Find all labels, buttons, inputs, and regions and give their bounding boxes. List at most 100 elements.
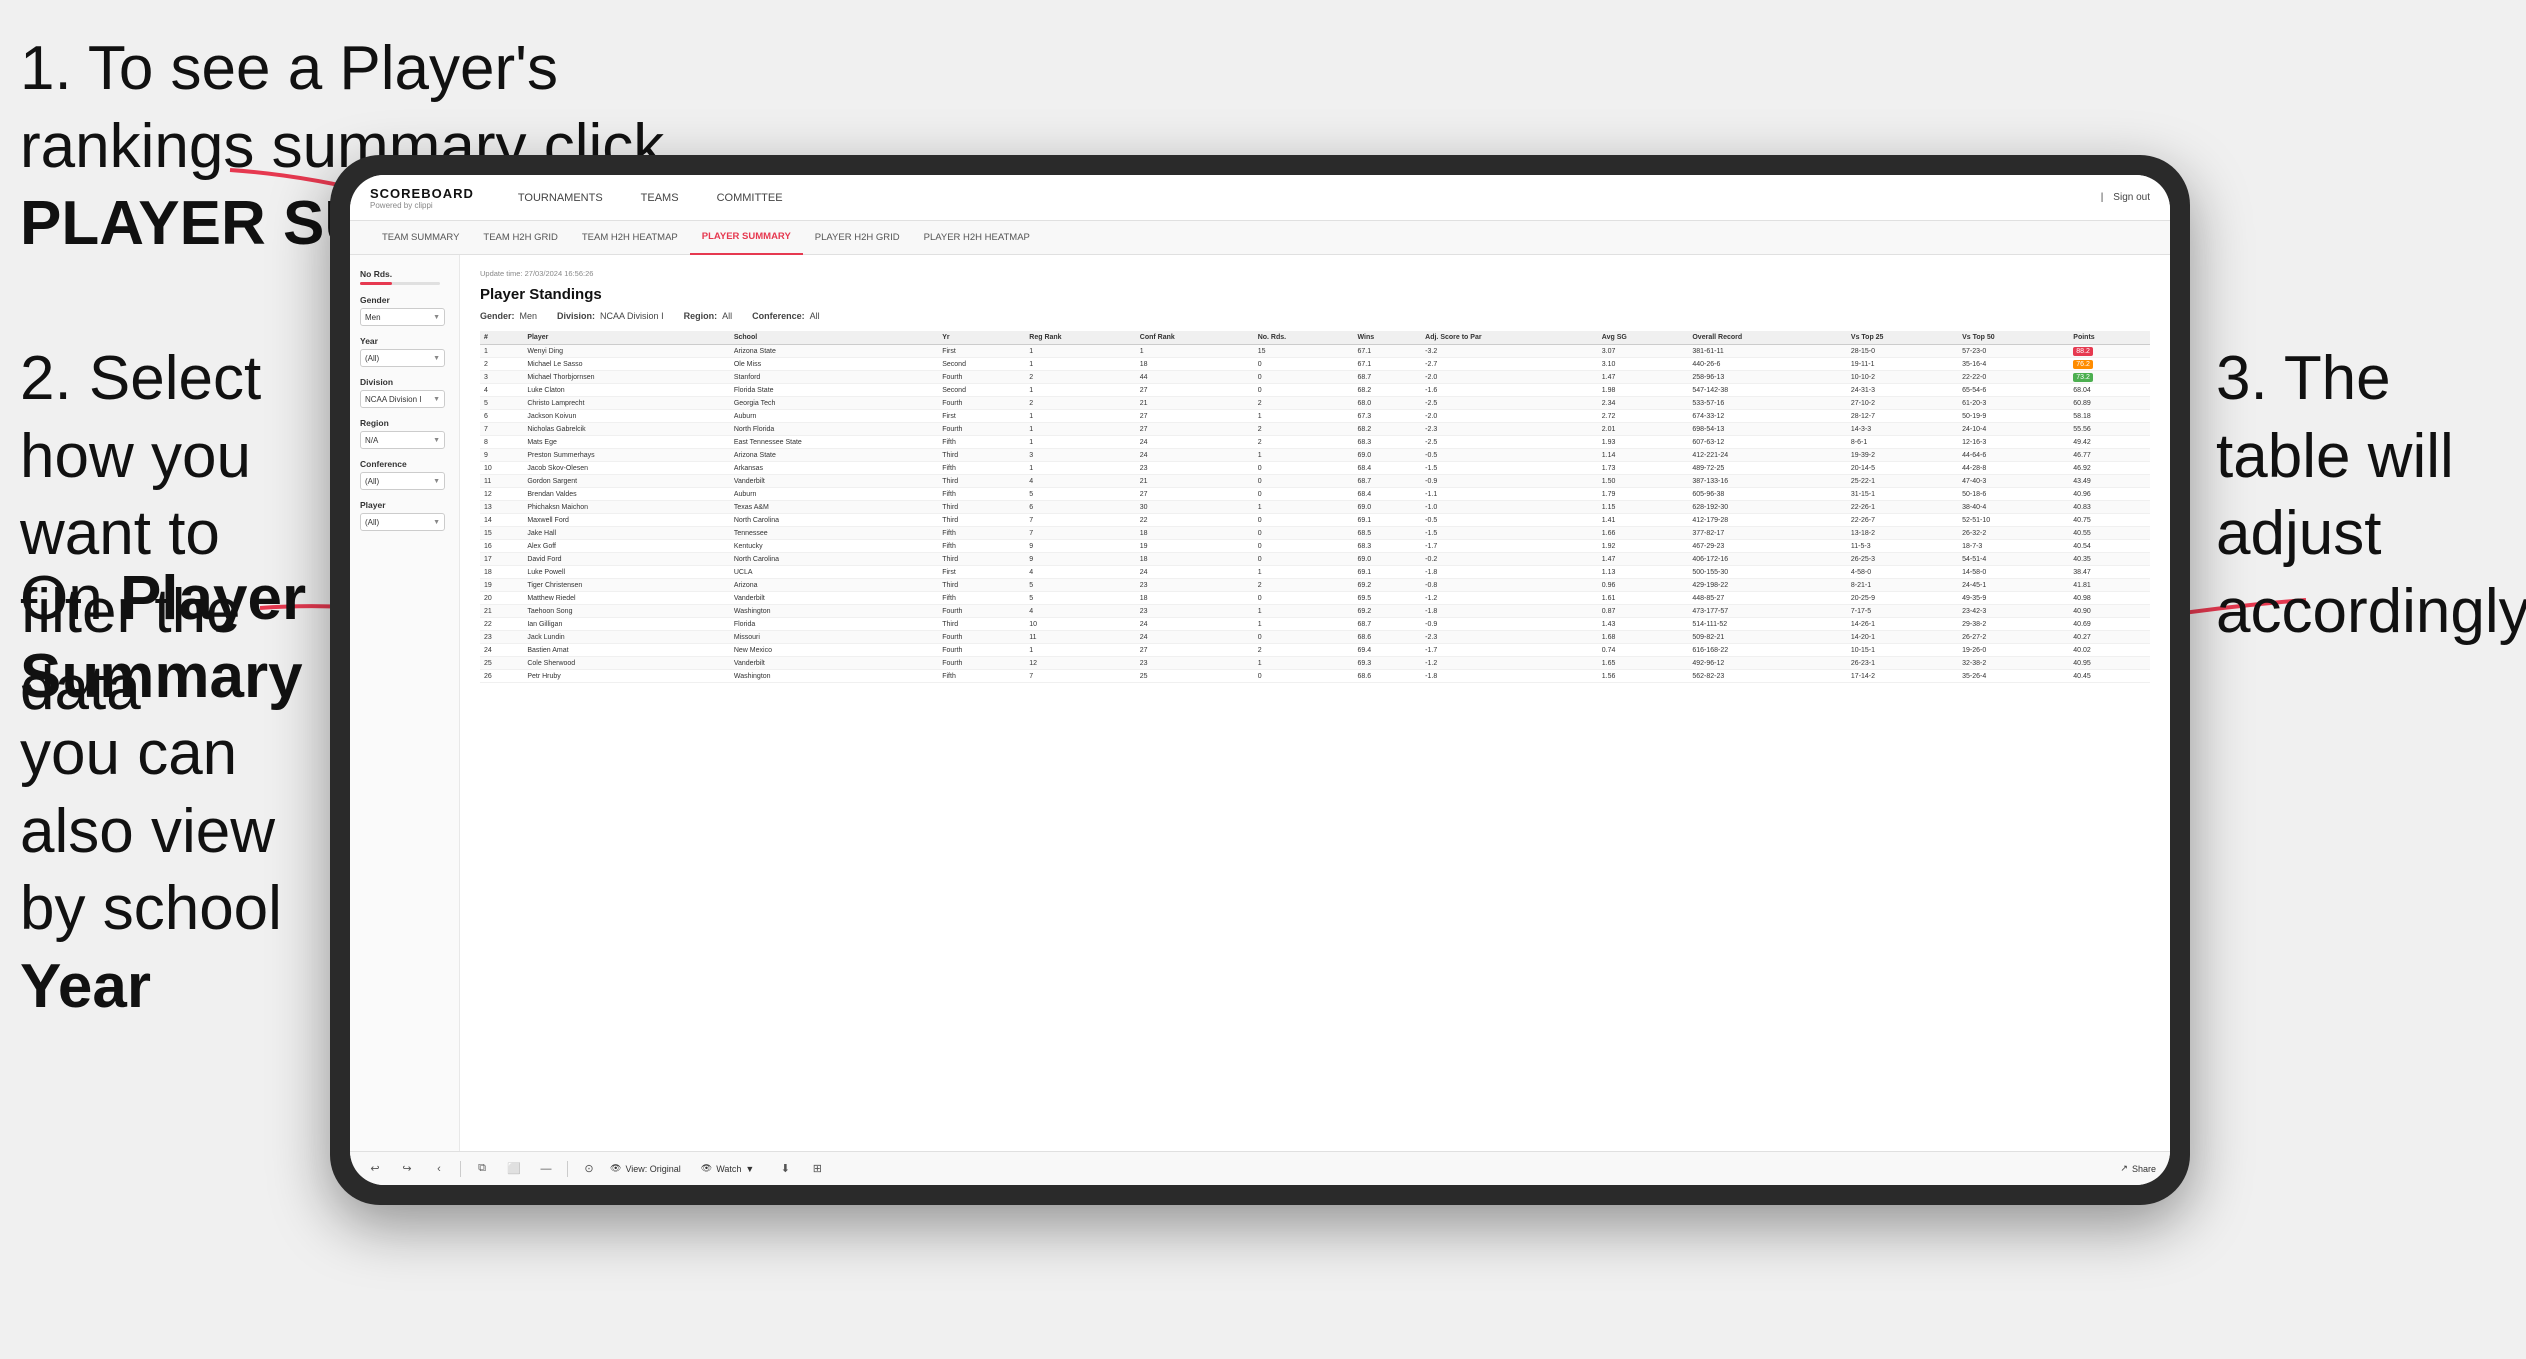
table-row: 24Bastien AmatNew MexicoFourth127269.4-1… [480,644,2150,657]
clock-icon[interactable]: ⊙ [578,1158,600,1180]
share-icon: ↗ [2120,1163,2128,1174]
redo-icon[interactable]: ↪ [396,1158,418,1180]
player-chevron-icon: ▼ [433,519,440,526]
sidebar-no-rds-slider[interactable] [360,282,440,285]
col-no-rds: No. Rds. [1254,331,1354,345]
update-time: Update time: 27/03/2024 16:56:26 [480,269,2150,278]
nav-items: TOURNAMENTS TEAMS COMMITTEE [514,175,2101,221]
logo-title: SCOREBOARD [370,186,474,201]
sidebar-conference-label: Conference [360,459,449,469]
subnav-player-h2h-heatmap[interactable]: PLAYER H2H HEATMAP [912,221,1042,255]
table-body: 1Wenyi DingArizona StateFirst111567.1-3.… [480,345,2150,683]
col-wins: Wins [1354,331,1422,345]
bottom-toolbar: ↩ ↪ ‹ ⧉ ⬜ — ⊙ 👁 View: Original 👁 Watch ▼… [350,1151,2170,1185]
sidebar-region-label: Region [360,418,449,428]
sidebar: No Rds. Gender Men ▼ Year (All) ▼ Divisi… [350,255,460,1151]
watch-chevron: ▼ [745,1164,754,1174]
sidebar-region-select[interactable]: N/A ▼ [360,431,445,449]
col-yr: Yr [938,331,1025,345]
table-row: 9Preston SummerhaysArizona StateThird324… [480,449,2150,462]
col-rank: # [480,331,523,345]
table-row: 12Brendan ValdesAuburnFifth527068.4-1.11… [480,488,2150,501]
content-area: Update time: 27/03/2024 16:56:26 Player … [460,255,2170,1151]
nav-bar: SCOREBOARD Powered by clippi TOURNAMENTS… [350,175,2170,221]
table-row: 11Gordon SargentVanderbiltThird421068.7-… [480,475,2150,488]
nav-committee[interactable]: COMMITTEE [713,175,787,221]
table-title: Player Standings [480,286,2150,303]
table-header-row: # Player School Yr Reg Rank Conf Rank No… [480,331,2150,345]
view-original[interactable]: 👁 View: Original [610,1163,681,1174]
table-row: 20Matthew RiedelVanderbiltFifth518069.5-… [480,592,2150,605]
nav-teams[interactable]: TEAMS [637,175,683,221]
dash-icon[interactable]: — [535,1158,557,1180]
col-school: School [730,331,938,345]
subnav-team-h2h-heatmap[interactable]: TEAM H2H HEATMAP [570,221,690,255]
nav-pipe: | [2101,192,2104,203]
col-vs-top-25: Vs Top 25 [1847,331,1958,345]
separator-2 [567,1161,568,1177]
subnav-team-summary[interactable]: TEAM SUMMARY [370,221,471,255]
slider-fill [360,282,392,285]
filter-gender: Gender: Men [480,311,537,321]
sidebar-conference-select[interactable]: (All) ▼ [360,472,445,490]
table-row: 16Alex GoffKentuckyFifth919068.3-1.71.92… [480,540,2150,553]
col-points: Points [2069,331,2150,345]
filter-conference: Conference: All [752,311,820,321]
col-vs-top-50: Vs Top 50 [1958,331,2069,345]
paste-icon[interactable]: ⬜ [503,1158,525,1180]
eye-icon: 👁 [610,1163,621,1174]
sign-out-link[interactable]: Sign out [2113,192,2150,203]
player-standings-table: # Player School Yr Reg Rank Conf Rank No… [480,331,2150,683]
sidebar-division-select[interactable]: NCAA Division I ▼ [360,390,445,408]
undo-icon[interactable]: ↩ [364,1158,386,1180]
nav-logo: SCOREBOARD Powered by clippi [370,186,474,210]
table-row: 8Mats EgeEast Tennessee StateFifth124268… [480,436,2150,449]
sidebar-player-label: Player [360,500,449,510]
tablet-device: SCOREBOARD Powered by clippi TOURNAMENTS… [330,155,2190,1205]
share-button[interactable]: ↗ Share [2120,1163,2156,1174]
nav-right: | Sign out [2101,192,2150,203]
sidebar-year-label: Year [360,336,449,346]
sidebar-player-select[interactable]: (All) ▼ [360,513,445,531]
filter-division: Division: NCAA Division I [557,311,664,321]
region-chevron-icon: ▼ [433,437,440,444]
download-icon[interactable]: ⬇ [774,1158,796,1180]
table-row: 10Jacob Skov-OlesenArkansasFifth123068.4… [480,462,2150,475]
sidebar-year-select[interactable]: (All) ▼ [360,349,445,367]
subnav-player-summary[interactable]: PLAYER SUMMARY [690,221,803,255]
subnav-player-h2h-grid[interactable]: PLAYER H2H GRID [803,221,912,255]
col-conf-rank: Conf Rank [1136,331,1254,345]
col-avg-sg: Avg SG [1598,331,1689,345]
subnav-team-h2h-grid[interactable]: TEAM H2H GRID [471,221,569,255]
col-adj-score: Adj. Score to Par [1421,331,1598,345]
table-row: 2Michael Le SassoOle MissSecond118067.1-… [480,358,2150,371]
col-player: Player [523,331,730,345]
watch-icon: 👁 [701,1163,712,1174]
sidebar-division-label: Division [360,377,449,387]
main-content: No Rds. Gender Men ▼ Year (All) ▼ Divisi… [350,255,2170,1151]
col-reg-rank: Reg Rank [1025,331,1136,345]
nav-tournaments[interactable]: TOURNAMENTS [514,175,607,221]
year-chevron-icon: ▼ [433,355,440,362]
filter-region: Region: All [684,311,733,321]
instruction-3: 3. The table will adjust accordingly [2216,340,2506,650]
back-icon[interactable]: ‹ [428,1158,450,1180]
sidebar-no-rds-label: No Rds. [360,269,449,279]
sidebar-gender-select[interactable]: Men ▼ [360,308,445,326]
instruction-4: On Player Summary you can also view by s… [20,560,310,1025]
conference-chevron-icon: ▼ [433,478,440,485]
division-chevron-icon: ▼ [433,396,440,403]
table-row: 13Phichaksn MaichonTexas A&MThird630169.… [480,501,2150,514]
table-row: 5Christo LamprechtGeorgia TechFourth2212… [480,397,2150,410]
table-row: 18Luke PowellUCLAFirst424169.1-1.81.1350… [480,566,2150,579]
sidebar-gender-label: Gender [360,295,449,305]
filter-row: Gender: Men Division: NCAA Division I Re… [480,311,2150,321]
table-row: 4Luke ClatonFlorida StateSecond127068.2-… [480,384,2150,397]
table-row: 3Michael ThorbjornsenStanfordFourth24406… [480,371,2150,384]
copy-icon[interactable]: ⧉ [471,1158,493,1180]
grid-icon[interactable]: ⊞ [806,1158,828,1180]
table-row: 19Tiger ChristensenArizonaThird523269.2-… [480,579,2150,592]
table-row: 17David FordNorth CarolinaThird918069.0-… [480,553,2150,566]
separator-1 [460,1161,461,1177]
watch-button[interactable]: 👁 Watch ▼ [701,1163,755,1174]
